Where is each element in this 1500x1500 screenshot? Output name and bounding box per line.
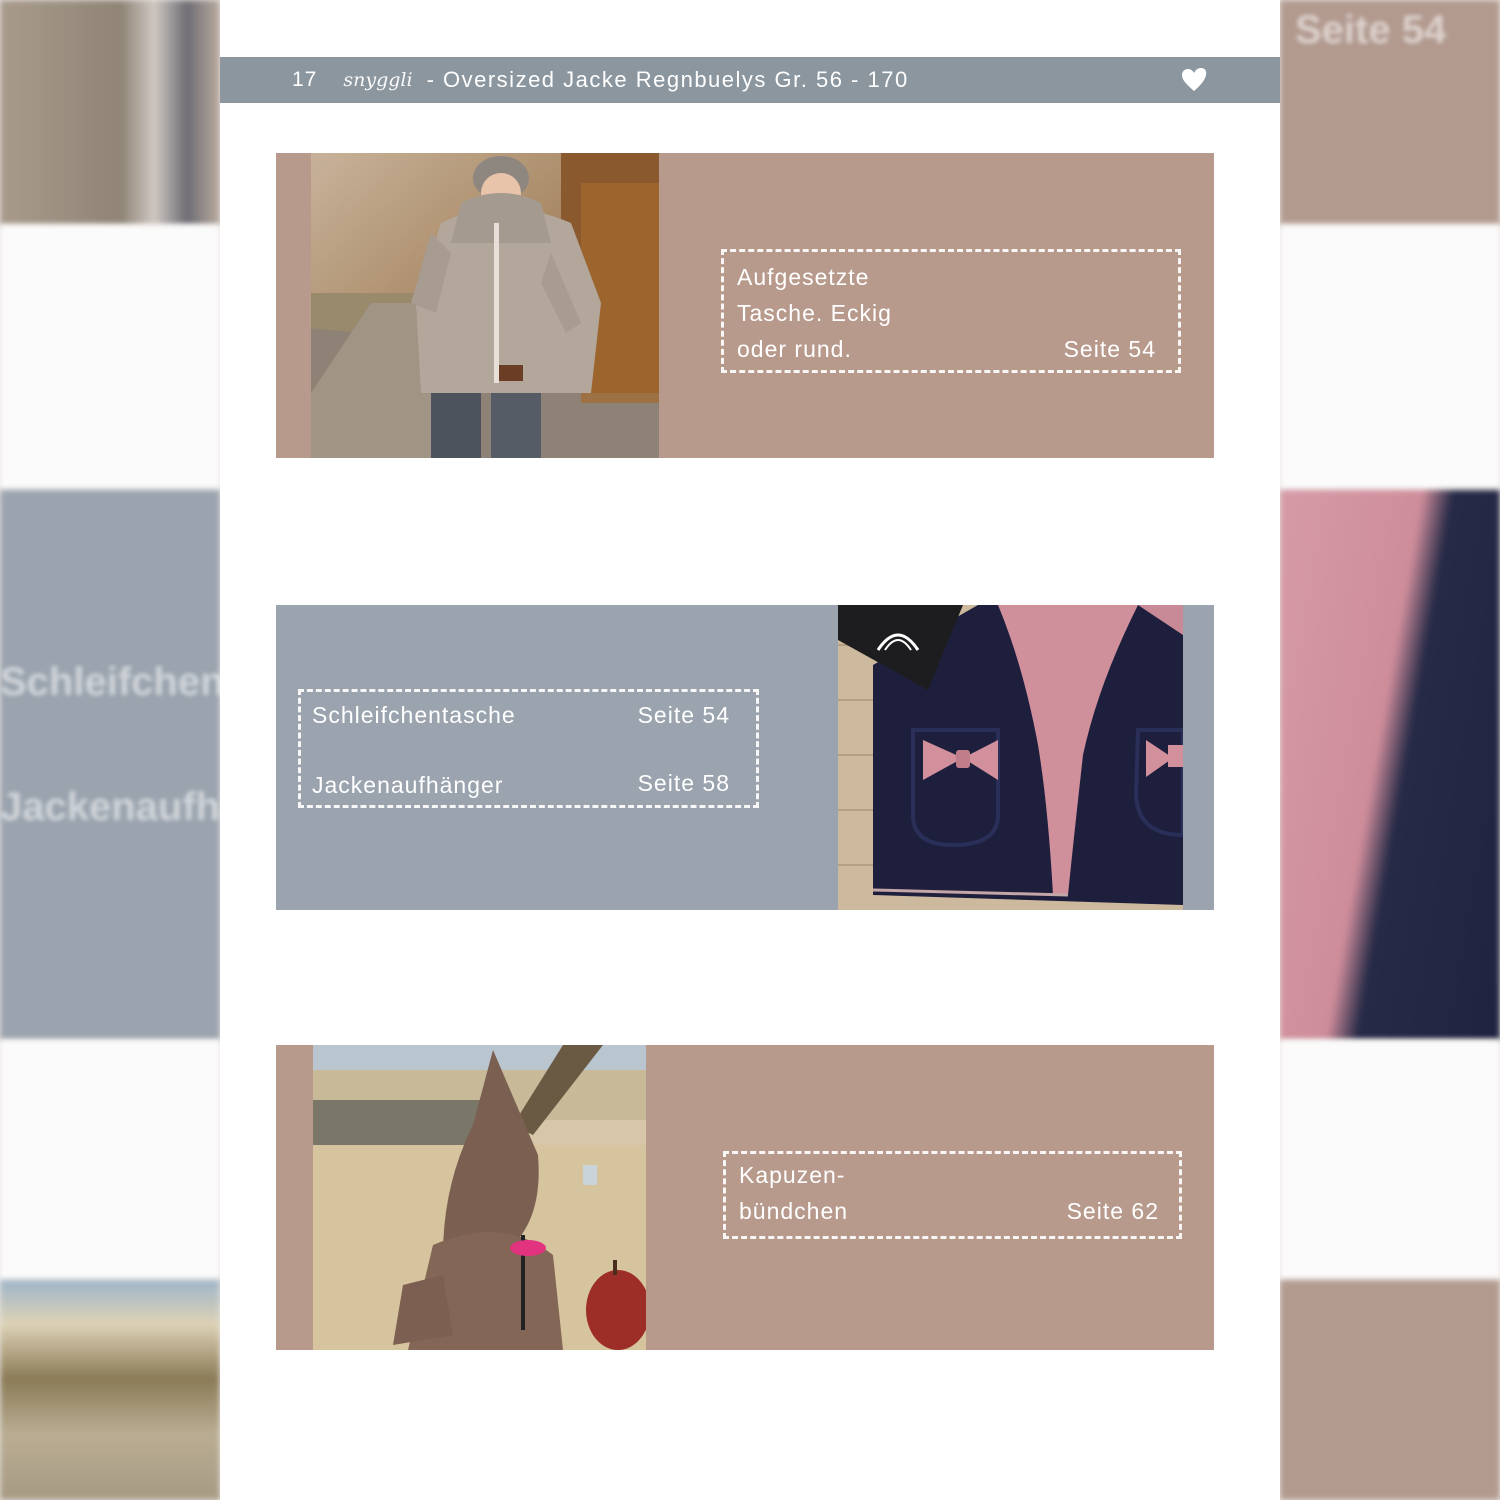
note-item-label: Jackenaufhänger: [312, 772, 504, 798]
page-header: 17 snyggli - Oversized Jacke Regnbuelys …: [220, 57, 1280, 103]
blurred-photo-background: [0, 0, 220, 225]
blurred-background: [0, 225, 220, 490]
document-title: - Oversized Jacke Regnbuelys Gr. 56 - 17…: [426, 67, 909, 92]
section-card-bow-pocket: Schleifchentasche Seite 54 Jackenaufhäng…: [276, 605, 1214, 910]
note-text-line: oder rund.: [737, 336, 852, 362]
note-item-label: Schleifchentasche: [312, 702, 516, 728]
document-page: 17 snyggli - Oversized Jacke Regnbuelys …: [220, 0, 1280, 1500]
section-card-pocket: Aufgesetzte Tasche. Eckig oder rund. Sei…: [276, 153, 1214, 458]
photo-child-in-jacket: [311, 153, 659, 458]
section-card-hood: Kapuzen- bündchen Seite 62: [276, 1045, 1214, 1350]
blurred-background: [1280, 1040, 1500, 1280]
photo-child-in-pixie-hood: [313, 1045, 646, 1350]
dashed-note-box: Kapuzen- bündchen Seite 62: [723, 1151, 1182, 1239]
page-reference: Seite 54: [1063, 336, 1156, 362]
note-text-line: Aufgesetzte: [737, 264, 870, 290]
page-reference: Seite 62: [1066, 1198, 1159, 1224]
note-text-line: Kapuzen-: [739, 1162, 846, 1188]
page-number: 17: [292, 68, 318, 91]
photo-vest-with-bow-pockets: [838, 605, 1183, 910]
blurred-background: [1280, 1280, 1500, 1500]
blurred-photo-background: [0, 1280, 220, 1500]
dashed-note-box: Aufgesetzte Tasche. Eckig oder rund. Sei…: [721, 249, 1181, 373]
note-text-line: bündchen: [739, 1198, 849, 1224]
page-reference: Seite 54: [637, 702, 730, 728]
blurred-ghost-text: Seite 54: [1295, 8, 1447, 52]
blurred-background: [0, 490, 220, 1040]
blurred-photo-background: [1280, 490, 1500, 1040]
page-reference: Seite 58: [637, 770, 730, 796]
heart-icon: [1182, 68, 1207, 91]
blurred-background: [0, 1040, 220, 1280]
dashed-note-box: Schleifchentasche Seite 54 Jackenaufhäng…: [298, 689, 759, 808]
note-text-line: Tasche. Eckig: [737, 300, 892, 326]
brand-logo: snyggli: [343, 69, 413, 91]
blurred-background: [1280, 225, 1500, 490]
